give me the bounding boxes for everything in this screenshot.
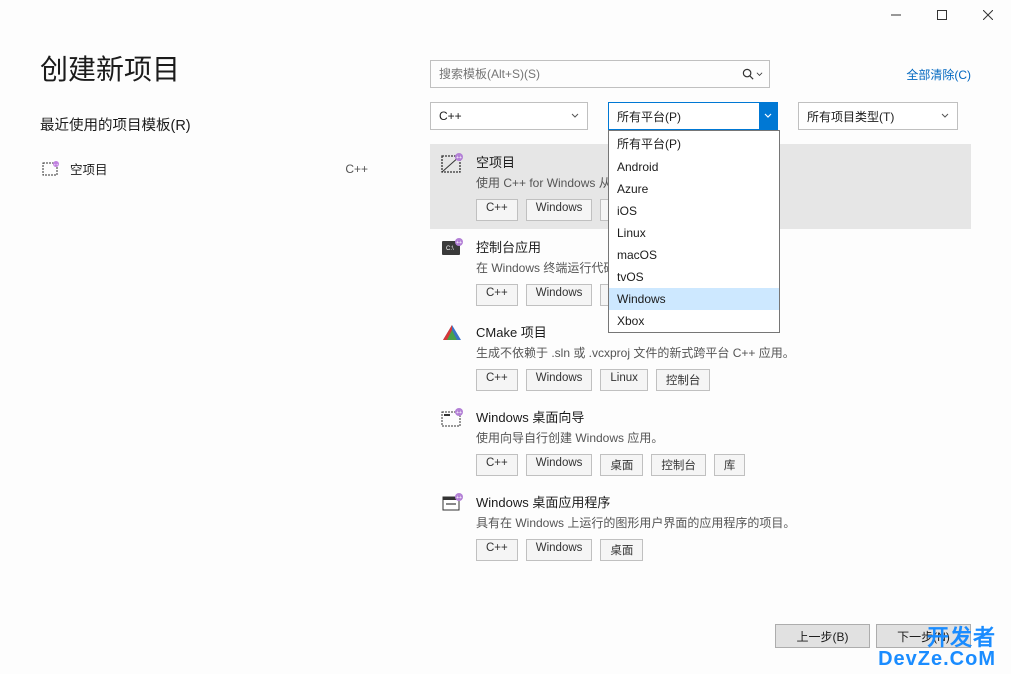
template-tag: Linux (600, 369, 648, 391)
back-button[interactable]: 上一步(B) (775, 624, 870, 648)
chevron-down-icon (941, 109, 949, 123)
platform-option[interactable]: Linux (609, 222, 779, 244)
recent-item-name: 空项目 (70, 159, 335, 178)
template-tag: Windows (526, 454, 593, 476)
template-item[interactable]: ++ Windows 桌面应用程序 具有在 Windows 上运行的图形用户界面… (430, 484, 971, 569)
template-item[interactable]: ++ Windows 桌面向导 使用向导自行创建 Windows 应用。 C++… (430, 399, 971, 484)
template-tag: C++ (476, 284, 518, 306)
svg-text:++: ++ (456, 495, 462, 501)
project-type-dropdown[interactable]: 所有项目类型(T) (798, 102, 958, 130)
platform-option[interactable]: iOS (609, 200, 779, 222)
template-tag: Windows (526, 284, 593, 306)
page-title: 创建新项目 (40, 48, 430, 88)
template-icon: ++ (440, 492, 464, 516)
recent-heading: 最近使用的项目模板(R) (40, 114, 430, 135)
template-icon: ++ (440, 407, 464, 431)
template-name: Windows 桌面向导 (476, 407, 961, 426)
language-dropdown-label: C++ (439, 109, 462, 123)
maximize-button[interactable] (919, 0, 965, 30)
svg-text:++: ++ (456, 155, 462, 161)
clear-all-link[interactable]: 全部清除(C) (906, 66, 971, 83)
empty-project-icon: ++ (42, 160, 60, 178)
svg-text:C:\: C:\ (446, 246, 454, 252)
recent-template-item[interactable]: ++ 空项目 C++ (40, 155, 430, 182)
platform-option[interactable]: tvOS (609, 266, 779, 288)
svg-text:++: ++ (456, 240, 462, 246)
template-tag: C++ (476, 199, 518, 221)
recent-item-tag: C++ (345, 162, 368, 176)
platform-option[interactable]: Azure (609, 178, 779, 200)
language-dropdown[interactable]: C++ (430, 102, 588, 130)
search-input[interactable] (430, 60, 770, 88)
chevron-down-icon (759, 103, 777, 129)
template-description: 具有在 Windows 上运行的图形用户界面的应用程序的项目。 (476, 514, 961, 531)
template-description: 使用向导自行创建 Windows 应用。 (476, 429, 961, 446)
platform-dropdown-label: 所有平台(P) (617, 108, 681, 125)
template-tag: C++ (476, 454, 518, 476)
search-icon[interactable] (742, 68, 763, 81)
svg-text:++: ++ (456, 410, 462, 416)
template-tag: Windows (526, 199, 593, 221)
template-tag: 桌面 (600, 539, 643, 561)
platform-dropdown[interactable]: 所有平台(P) 所有平台(P)AndroidAzureiOSLinuxmacOS… (608, 102, 778, 130)
template-tag: 桌面 (600, 454, 643, 476)
project-type-dropdown-label: 所有项目类型(T) (807, 108, 894, 125)
close-button[interactable] (965, 0, 1011, 30)
platform-dropdown-list: 所有平台(P)AndroidAzureiOSLinuxmacOStvOSWind… (608, 130, 780, 333)
template-tag: 控制台 (656, 369, 711, 391)
platform-option[interactable]: 所有平台(P) (609, 131, 779, 156)
template-tag: Windows (526, 539, 593, 561)
template-tag: 库 (714, 454, 746, 476)
platform-option[interactable]: Xbox (609, 310, 779, 332)
template-icon (440, 322, 464, 346)
template-icon: C:\++ (440, 237, 464, 261)
template-tag: C++ (476, 369, 518, 391)
minimize-button[interactable] (873, 0, 919, 30)
template-tag: 控制台 (651, 454, 706, 476)
chevron-down-icon (571, 109, 579, 123)
platform-option[interactable]: Windows (609, 288, 779, 310)
svg-text:++: ++ (54, 162, 59, 167)
platform-option[interactable]: Android (609, 156, 779, 178)
next-button[interactable]: 下一步(N) (876, 624, 971, 648)
search-field[interactable] (439, 67, 742, 81)
template-description: 生成不依赖于 .sln 或 .vcxproj 文件的新式跨平台 C++ 应用。 (476, 344, 961, 361)
template-tag: Windows (526, 369, 593, 391)
template-tag: C++ (476, 539, 518, 561)
template-icon: ++ (440, 152, 464, 176)
platform-option[interactable]: macOS (609, 244, 779, 266)
template-name: Windows 桌面应用程序 (476, 492, 961, 511)
